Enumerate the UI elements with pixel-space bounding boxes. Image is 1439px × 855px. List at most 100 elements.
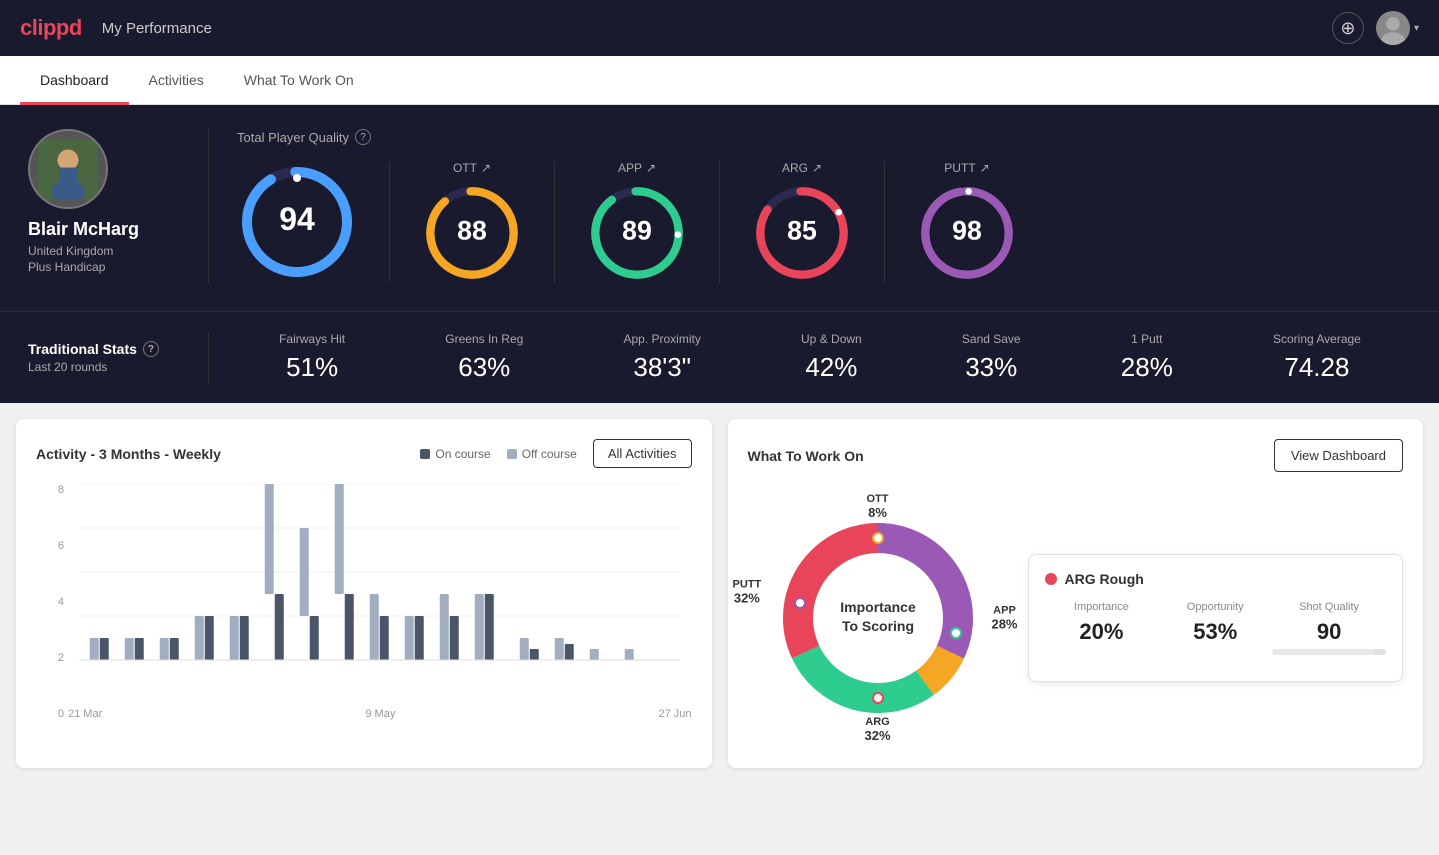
y-label-8: 8 bbox=[36, 484, 64, 496]
gauge-putt-svg: 98 bbox=[917, 183, 1017, 283]
tab-activities[interactable]: Activities bbox=[129, 56, 224, 105]
stat-up-down-value: 42% bbox=[805, 352, 857, 383]
add-button[interactable]: ⊕ bbox=[1332, 12, 1364, 44]
work-detail-title: ARG Rough bbox=[1045, 571, 1387, 587]
donut-label-arg: ARG 32% bbox=[864, 716, 890, 743]
stat-greens-in-reg-label: Greens In Reg bbox=[445, 332, 523, 346]
gauge-arg-svg: 85 bbox=[752, 183, 852, 283]
logo: clippd bbox=[20, 15, 82, 41]
tpq-label: Total Player Quality ? bbox=[237, 129, 1411, 145]
trad-label-section: Traditional Stats ? Last 20 rounds bbox=[28, 341, 208, 374]
stat-app-proximity-value: 38'3" bbox=[633, 352, 691, 383]
stat-app-proximity-label: App. Proximity bbox=[623, 332, 700, 346]
y-label-2: 2 bbox=[36, 652, 64, 664]
legend-off-course-dot bbox=[507, 449, 517, 459]
trad-sub: Last 20 rounds bbox=[28, 360, 208, 374]
y-label-4: 4 bbox=[36, 596, 64, 608]
plus-icon: ⊕ bbox=[1340, 18, 1355, 39]
x-axis-labels: 21 Mar 9 May 27 Jun bbox=[68, 708, 692, 720]
svg-text:98: 98 bbox=[952, 216, 982, 246]
work-detail-cols: Importance 20% Opportunity 53% Shot Qual… bbox=[1045, 601, 1387, 655]
detail-opportunity-label: Opportunity bbox=[1158, 601, 1272, 613]
donut-label-putt: PUTT 32% bbox=[733, 579, 762, 606]
player-avatar bbox=[28, 129, 108, 209]
work-on-content: Importance To Scoring OTT 8% bbox=[748, 488, 1404, 748]
activity-chart-title: Activity - 3 Months - Weekly bbox=[36, 446, 221, 462]
shot-quality-bar bbox=[1272, 649, 1386, 655]
detail-opportunity-value: 53% bbox=[1158, 619, 1272, 645]
trad-info-icon[interactable]: ? bbox=[143, 341, 159, 357]
stat-fairways-hit-value: 51% bbox=[286, 352, 338, 383]
stat-sand-save-label: Sand Save bbox=[962, 332, 1021, 346]
donut-label-ott: OTT 8% bbox=[867, 493, 889, 520]
detail-opportunity: Opportunity 53% bbox=[1158, 601, 1272, 655]
svg-text:Importance: Importance bbox=[840, 599, 916, 615]
svg-text:89: 89 bbox=[622, 216, 652, 246]
work-on-card: What To Work On View Dashboard bbox=[728, 419, 1424, 768]
detail-importance-label: Importance bbox=[1045, 601, 1159, 613]
ott-trend-icon: ↗ bbox=[481, 161, 491, 175]
svg-text:85: 85 bbox=[787, 216, 817, 246]
putt-trend-icon: ↗ bbox=[980, 161, 990, 175]
arg-trend-icon: ↗ bbox=[812, 161, 822, 175]
avatar-button[interactable]: ▾ bbox=[1376, 11, 1419, 45]
shot-quality-fill bbox=[1272, 649, 1374, 655]
x-label-may: 9 May bbox=[365, 708, 395, 720]
all-activities-button[interactable]: All Activities bbox=[593, 439, 692, 468]
chart-container: 8 6 4 2 0 bbox=[36, 484, 692, 744]
stat-scoring-average: Scoring Average 74.28 bbox=[1273, 332, 1361, 383]
svg-text:94: 94 bbox=[279, 201, 315, 237]
stat-1-putt-label: 1 Putt bbox=[1131, 332, 1162, 346]
gauge-total-svg: 94 bbox=[237, 162, 357, 282]
gauge-arg: ARG ↗ 85 bbox=[720, 161, 885, 283]
stat-greens-in-reg: Greens In Reg 63% bbox=[445, 332, 523, 383]
legend-on-course: On course bbox=[420, 447, 490, 461]
stat-1-putt: 1 Putt 28% bbox=[1121, 332, 1173, 383]
svg-text:To Scoring: To Scoring bbox=[841, 618, 913, 634]
stat-sand-save: Sand Save 33% bbox=[962, 332, 1021, 383]
trad-label: Traditional Stats ? bbox=[28, 341, 208, 357]
tpq-info-icon[interactable]: ? bbox=[355, 129, 371, 145]
stat-sand-save-value: 33% bbox=[965, 352, 1017, 383]
gauges-row: 94 OTT ↗ 88 APP ↗ bbox=[237, 161, 1411, 283]
stat-up-down: Up & Down 42% bbox=[801, 332, 862, 383]
stat-scoring-average-value: 74.28 bbox=[1284, 352, 1349, 383]
player-country: United Kingdom bbox=[28, 244, 113, 258]
legend-on-course-dot bbox=[420, 449, 430, 459]
y-label-6: 6 bbox=[36, 540, 64, 552]
traditional-stats: Traditional Stats ? Last 20 rounds Fairw… bbox=[0, 311, 1439, 403]
header: clippd My Performance ⊕ ▾ bbox=[0, 0, 1439, 56]
y-axis-labels: 8 6 4 2 0 bbox=[36, 484, 64, 720]
stat-app-proximity: App. Proximity 38'3" bbox=[623, 332, 700, 383]
stat-greens-in-reg-value: 63% bbox=[458, 352, 510, 383]
app-trend-icon: ↗ bbox=[646, 161, 656, 175]
gauge-ott-svg: 88 bbox=[422, 183, 522, 283]
activity-card: Activity - 3 Months - Weekly On course O… bbox=[16, 419, 712, 768]
stat-up-down-label: Up & Down bbox=[801, 332, 862, 346]
view-dashboard-button[interactable]: View Dashboard bbox=[1274, 439, 1403, 472]
activity-card-header: Activity - 3 Months - Weekly On course O… bbox=[36, 439, 692, 468]
donut-chart-svg: Importance To Scoring bbox=[748, 488, 1008, 748]
tab-what-to-work-on[interactable]: What To Work On bbox=[224, 56, 374, 105]
y-label-0: 0 bbox=[36, 708, 64, 720]
gauge-app: APP ↗ 89 bbox=[555, 161, 720, 283]
gauge-total: 94 bbox=[237, 162, 390, 282]
gauge-app-label: APP ↗ bbox=[618, 161, 656, 175]
nav-tabs: Dashboard Activities What To Work On bbox=[0, 56, 1439, 105]
gauge-ott-label: OTT ↗ bbox=[453, 161, 491, 175]
gauge-ott: OTT ↗ 88 bbox=[390, 161, 555, 283]
player-handicap: Plus Handicap bbox=[28, 260, 105, 274]
detail-importance: Importance 20% bbox=[1045, 601, 1159, 655]
svg-text:88: 88 bbox=[457, 216, 487, 246]
stat-fairways-hit: Fairways Hit 51% bbox=[279, 332, 345, 383]
bottom-section: Activity - 3 Months - Weekly On course O… bbox=[0, 403, 1439, 784]
avatar bbox=[1376, 11, 1410, 45]
legend-off-course: Off course bbox=[507, 447, 577, 461]
chevron-down-icon: ▾ bbox=[1414, 23, 1419, 34]
chart-legend: On course Off course bbox=[420, 447, 577, 461]
tab-dashboard[interactable]: Dashboard bbox=[20, 56, 129, 105]
bar-chart-svg bbox=[68, 484, 692, 704]
detail-shot-quality: Shot Quality 90 bbox=[1272, 601, 1386, 655]
gauge-putt-label: PUTT ↗ bbox=[944, 161, 989, 175]
work-on-card-header: What To Work On View Dashboard bbox=[748, 439, 1404, 472]
